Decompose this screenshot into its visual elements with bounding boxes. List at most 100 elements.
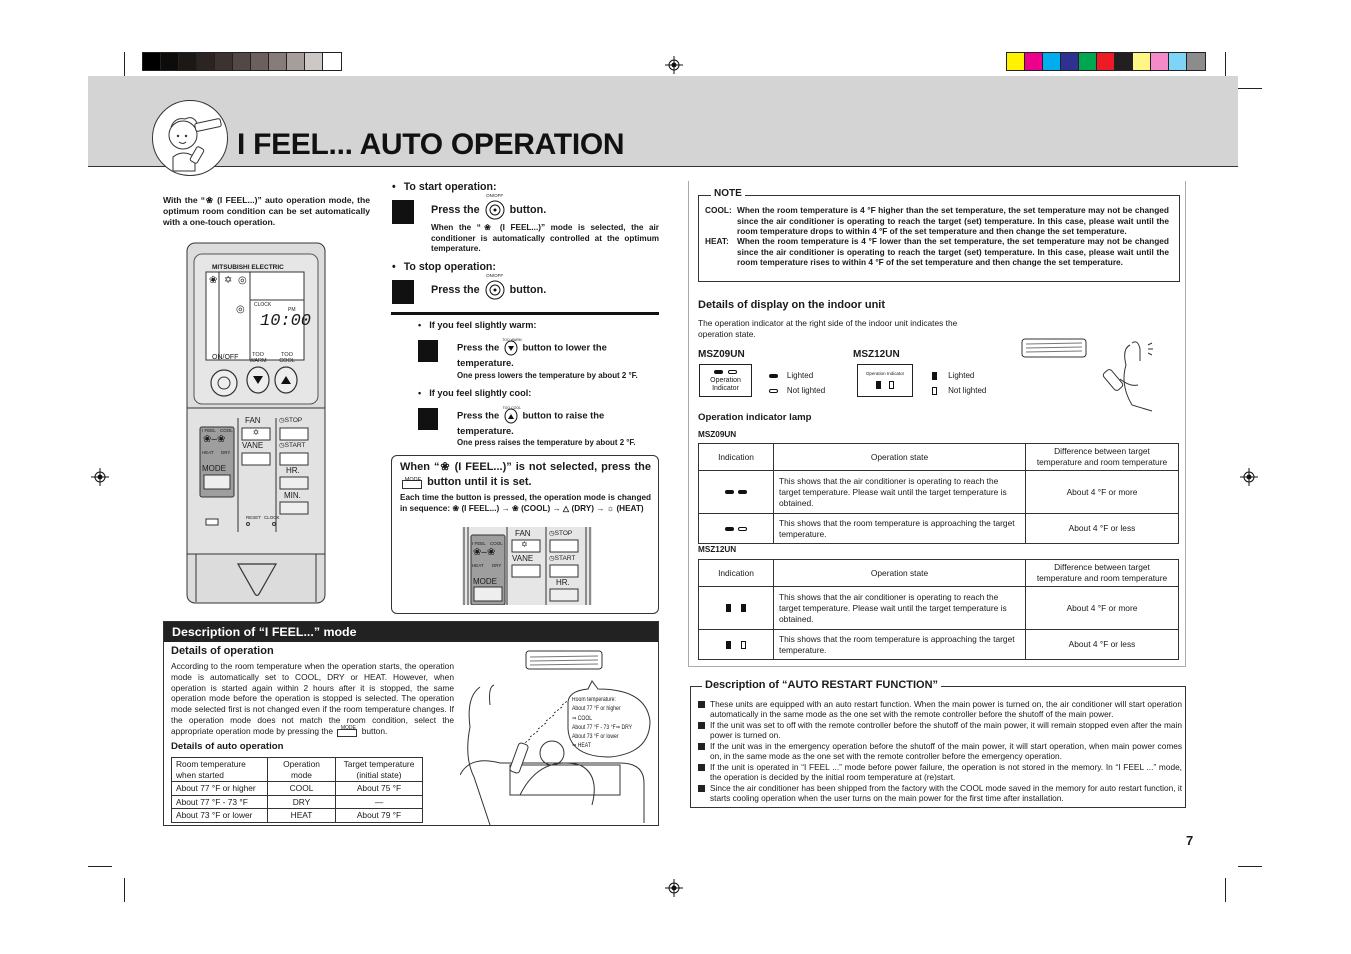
indication-cell (698, 513, 774, 544)
minute-button[interactable] (280, 502, 308, 514)
restart-item: If the unit is operated in “I FEEL ...” … (698, 762, 1182, 783)
table-row: This shows that the room temperature is … (698, 629, 1179, 660)
start-note: When the “❀ (I FEEL...)” mode is selecte… (431, 223, 659, 253)
restart-item: Since the air conditioner has been shipp… (698, 783, 1182, 804)
color-swatch (1187, 53, 1205, 70)
color-swatch (179, 53, 197, 70)
msz12-label: MSZ12UN (853, 349, 900, 360)
color-swatch (215, 53, 233, 70)
table-row: This shows that the room temperature is … (698, 513, 1179, 544)
registration-mark-icon (91, 468, 109, 486)
table-cell: About 79 °F (335, 808, 423, 823)
table-header-cell: Operation mode (267, 757, 336, 782)
step-marker (392, 280, 414, 304)
cool-press-instruction: Press the TOO COOL button to raise the t… (457, 406, 659, 437)
onoff-button[interactable] (210, 370, 238, 398)
msz09-indicator-panel: Operation Indicator (699, 364, 752, 397)
indication-cell (698, 470, 774, 514)
legend-lighted: Lighted (786, 371, 814, 380)
indication-cell (698, 629, 774, 660)
crop-mark (124, 52, 125, 76)
color-swatch (1151, 53, 1169, 70)
mode-button[interactable] (204, 475, 230, 489)
table-header-cell: Target temperature (initial state) (335, 757, 423, 782)
hour-button[interactable] (280, 477, 308, 489)
lamp-lighted-icon (726, 640, 732, 649)
table-header-cell: Difference between target temperature an… (1025, 443, 1179, 471)
table-cell: COOL (267, 781, 336, 796)
temperature-bubble: Room temperature: About 77 °F or higher … (572, 696, 632, 752)
timer-stop-button[interactable] (280, 428, 308, 440)
too-cool-button[interactable] (275, 367, 297, 393)
bubble-line: About 73 °F or lower (572, 734, 619, 741)
hr-label: HR. (556, 578, 570, 587)
msz09-legend: Lighted Not lighted (769, 368, 825, 398)
lamp-lighted-icon (740, 604, 746, 613)
remote-vane-label: VANE (242, 441, 264, 450)
lamp-lighted-icon (713, 370, 723, 375)
color-swatch (1007, 53, 1025, 70)
restart-item: If the unit was in the emergency operati… (698, 741, 1182, 762)
lamp-msz09-label: MSZ09UN (698, 430, 737, 439)
warm-heading: If you feel slightly warm: (418, 320, 536, 330)
note-cool-text: When the room temperature is 4 °F higher… (737, 205, 1169, 236)
color-swatch (1061, 53, 1079, 70)
page-number: 7 (1186, 833, 1194, 848)
note-label: NOTE (711, 188, 745, 199)
step-marker (392, 200, 414, 224)
table-header-cell: Indication (698, 443, 774, 471)
i-feel-icon: ❀ (205, 195, 214, 205)
i-feel-icon: ❀–❀ (203, 434, 226, 445)
too-warm-button[interactable] (247, 367, 269, 393)
stop-press-instruction: Press the ON/OFF button. (431, 273, 546, 300)
press-text: Press the (457, 409, 500, 421)
stop-label-text: STOP (284, 417, 303, 424)
auto-restart-title: Description of “AUTO RESTART FUNCTION” (702, 679, 942, 691)
remote-ifeel-label: I FEEL (202, 428, 216, 433)
crop-mark (1238, 866, 1262, 867)
step-marker (418, 408, 438, 430)
auto-operation-table: Room temperature when started Operation … (171, 757, 423, 823)
remote-mode-label: MODE (202, 464, 226, 473)
table-cell: HEAT (267, 808, 336, 823)
mascot-illustration-icon (152, 100, 228, 176)
vane-button[interactable] (242, 453, 270, 465)
press-text: Press the (457, 341, 500, 353)
remote-too-cool-label: TOO COOL (279, 352, 295, 364)
i-feel-icon: ❀ (209, 275, 218, 286)
start-label: ◷START (549, 555, 576, 562)
start-press-instruction: Press the ON/OFF button. (431, 193, 546, 220)
operation-indicator-label: Operation Indicator (865, 371, 905, 376)
press-text: Press the (431, 283, 480, 296)
remote-brand: MITSUBISHI ELECTRIC (212, 264, 284, 271)
details-operation-title: Details of operation (171, 645, 274, 657)
mode-caption: MODE (404, 477, 422, 483)
note-heat-key: HEAT: (705, 236, 729, 246)
remote-controller: MITSUBISHI ELECTRIC CLOCK PM 10:00 ❀ ✡ ◎… (186, 242, 326, 604)
ifeel-label: I FEEL (472, 541, 486, 546)
note-cool-key: COOL: (705, 205, 732, 215)
remote-clock-button-label: CLOCK (264, 515, 280, 520)
section-divider (391, 312, 659, 315)
timer-start-button[interactable] (280, 453, 308, 465)
restart-item: If the unit was set to off with the remo… (698, 720, 1182, 741)
table-cell: DRY (267, 794, 336, 809)
color-swatch (197, 53, 215, 70)
details-auto-title: Details of auto operation (171, 741, 284, 752)
registration-mark-icon (665, 879, 683, 897)
remote-hr-label: HR. (286, 466, 300, 475)
swirl-icon: ◎ (236, 304, 245, 315)
msz12-legend: Lighted Not lighted (932, 368, 986, 398)
mode-sequence-text: Each time the button is pressed, the ope… (400, 493, 651, 513)
fan-button[interactable]: ✡ (242, 428, 270, 440)
color-swatch (287, 53, 305, 70)
too-warm-button-icon: TOO WARM (502, 338, 522, 356)
table-cell: About 75 °F (335, 781, 423, 796)
remote-too-warm-label: TOO WARM (249, 352, 267, 364)
i-feel-icon: ❀–❀ (473, 547, 496, 558)
color-swatch (1169, 53, 1187, 70)
swirl-icon: ◎ (238, 275, 247, 286)
lamp-lighted-icon (876, 381, 882, 389)
table-cell: About 4 °F or less (1025, 513, 1179, 544)
warm-press-instruction: Press the TOO WARM button to lower the t… (457, 338, 659, 369)
